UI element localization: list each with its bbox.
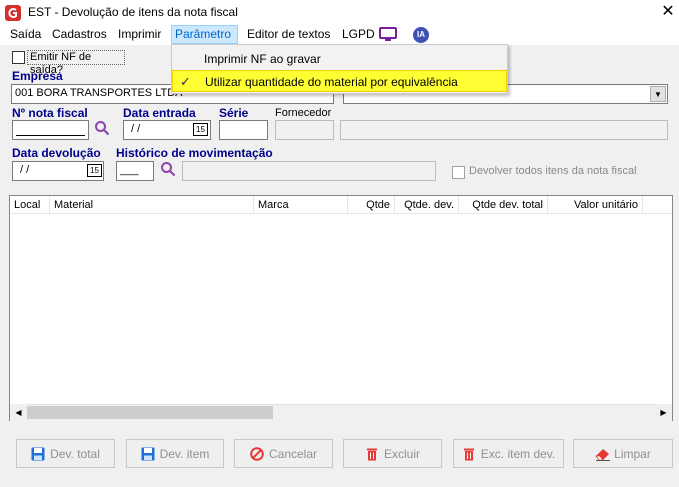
menu-lgpd[interactable]: LGPD	[339, 25, 378, 44]
col-header-material[interactable]: Material	[50, 196, 254, 214]
fornecedor-code-input	[275, 120, 334, 140]
close-window-button[interactable]: ✕	[658, 2, 678, 22]
menu-saida[interactable]: Saída	[7, 25, 44, 44]
fornecedor-name-input	[340, 120, 668, 140]
dev-total-label: Dev. total	[50, 446, 100, 461]
nota-fiscal-label: Nº nota fiscal	[12, 106, 88, 120]
emitir-nf-checkbox[interactable]	[12, 51, 25, 64]
menu-cadastros[interactable]: Cadastros	[49, 25, 110, 44]
scroll-left-icon[interactable]: ◀	[10, 404, 27, 421]
check-icon: ✓	[180, 74, 191, 89]
col-header-qtde-dev-total[interactable]: Qtde dev. total	[459, 196, 548, 214]
excluir-label: Excluir	[383, 446, 420, 461]
col-header-qtde[interactable]: Qtde	[348, 196, 395, 214]
ia-assistant-icon[interactable]: IA	[413, 27, 429, 43]
col-header-qtde-dev[interactable]: Qtde. dev.	[395, 196, 459, 214]
col-header-local[interactable]: Local	[10, 196, 50, 214]
emitir-nf-label: Emitir NF de saída?	[27, 50, 125, 76]
dev-total-button[interactable]: Dev. total	[16, 439, 115, 468]
historico-code-input[interactable]: ___	[116, 161, 154, 181]
utilizar-quantidade-label: Utilizar quantidade do material por equi…	[205, 75, 458, 89]
scroll-right-icon[interactable]: ▶	[655, 404, 672, 421]
search-nota-fiscal-icon[interactable]	[94, 120, 110, 136]
menu-editor-de-textos[interactable]: Editor de textos	[244, 25, 333, 44]
cancelar-label: Cancelar	[268, 446, 318, 461]
monitor-icon[interactable]	[379, 27, 397, 42]
search-historico-icon[interactable]	[160, 161, 176, 177]
exc-item-dev-label: Exc. item dev.	[480, 446, 556, 461]
col-header-marca[interactable]: Marca	[254, 196, 348, 214]
eraser-icon	[595, 447, 611, 461]
excluir-button[interactable]: Excluir	[343, 439, 442, 468]
data-devolucao-label: Data devolução	[12, 146, 101, 160]
menu-parametro[interactable]: Parâmetro	[171, 25, 238, 44]
limpar-label: Limpar	[614, 446, 651, 461]
devolver-todos-checkbox[interactable]	[452, 166, 465, 179]
empresa-label: Empresa	[12, 69, 63, 83]
dev-item-button[interactable]: Dev. item	[126, 439, 224, 468]
save-icon	[141, 447, 155, 461]
fornecedor-label: Fornecedor	[275, 107, 332, 119]
items-grid[interactable]	[9, 195, 673, 421]
parametro-dropdown-menu: Imprimir NF ao gravar ✓ Utilizar quantid…	[171, 44, 508, 94]
dev-item-label: Dev. item	[159, 446, 210, 461]
limpar-button[interactable]: Limpar	[573, 439, 673, 468]
save-icon	[31, 447, 45, 461]
col-header-extra	[643, 196, 672, 214]
menu-item-utilizar-quantidade-equivalencia[interactable]: ✓ Utilizar quantidade do material por eq…	[172, 70, 507, 92]
data-entrada-label: Data entrada	[123, 106, 196, 120]
devolver-todos-label: Devolver todos itens da nota fiscal	[469, 165, 637, 177]
trash-icon	[365, 447, 379, 461]
data-entrada-value: / /	[131, 123, 141, 135]
col-header-valor-unitario[interactable]: Valor unitário	[548, 196, 643, 214]
serie-input[interactable]	[219, 120, 268, 140]
data-devolucao-value: / /	[20, 164, 30, 176]
exc-item-dev-button[interactable]: Exc. item dev.	[453, 439, 564, 468]
data-entrada-calendar-icon[interactable]: 15	[193, 123, 208, 136]
empresa-chevron-down-icon[interactable]: ▼	[650, 86, 666, 102]
data-devolucao-calendar-icon[interactable]: 15	[87, 164, 102, 177]
window-title: EST - Devolução de itens da nota fiscal	[28, 5, 238, 19]
cancel-icon	[250, 446, 264, 461]
trash-icon	[462, 447, 476, 461]
scrollbar-thumb[interactable]	[27, 406, 273, 419]
cancelar-button[interactable]: Cancelar	[234, 439, 333, 468]
imprimir-nf-label: Imprimir NF ao gravar	[204, 52, 321, 66]
serie-label: Série	[219, 106, 249, 120]
app-logo-icon	[5, 5, 21, 21]
historico-description-input	[182, 161, 436, 181]
menu-imprimir[interactable]: Imprimir	[115, 25, 164, 44]
nota-fiscal-input[interactable]	[12, 120, 89, 140]
menu-item-imprimir-nf-ao-gravar[interactable]: Imprimir NF ao gravar	[172, 48, 507, 70]
historico-label: Histórico de movimentação	[116, 146, 273, 160]
